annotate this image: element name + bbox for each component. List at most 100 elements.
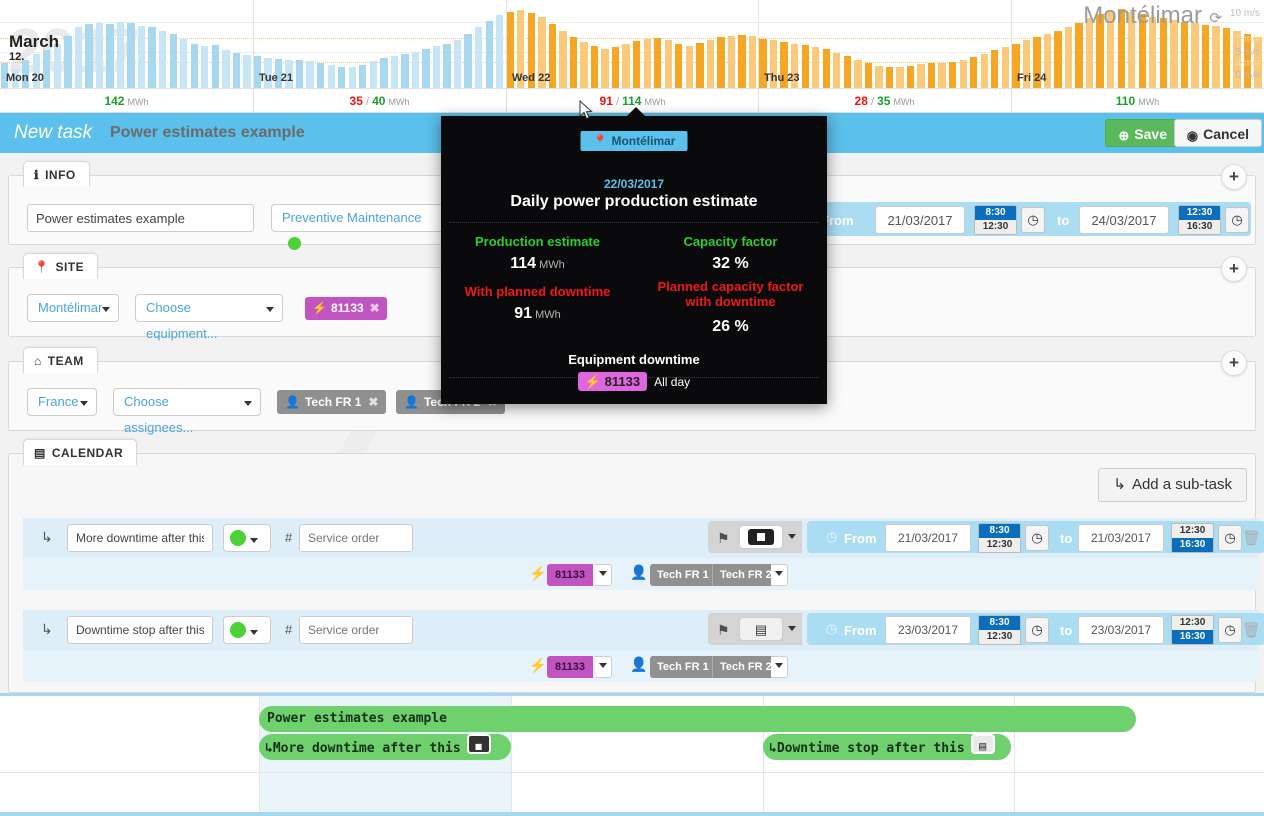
subtask-2-to-date-input[interactable] [1078,616,1164,644]
info-add-button[interactable]: + [1221,164,1247,190]
subtask-2-equipment-chevron-icon[interactable] [595,656,612,678]
task-name-input[interactable] [27,204,254,232]
info-from-time-box[interactable]: 8:30 12:30 [974,205,1017,235]
subtask-1-equipment-tag[interactable]: 81133 [547,564,593,586]
chart-bar [349,67,356,88]
remove-assignee-icon[interactable]: ✖ [368,395,378,409]
subtask-2-status-dropdown[interactable] [223,616,271,644]
cancel-button[interactable]: ◉Cancel [1174,119,1262,147]
subtask-2-service-order-input[interactable] [299,616,413,644]
summary-unit: MWh [893,97,914,107]
subtask-2-assignee-1[interactable]: Tech FR 1 [650,656,716,678]
subtask-2-from-clock-button[interactable]: ◷ [1025,617,1049,643]
gantt-bar-subtask-1[interactable]: ↳More downtime after this◼ [259,734,511,760]
refresh-icon[interactable]: ⟳ [1209,9,1222,27]
subtask-1-assignee-2[interactable]: Tech FR 2 [712,564,779,586]
add-subtask-button[interactable]: ↳Add a sub-task [1098,468,1247,502]
info-to-time-bottom[interactable]: 16:30 [1179,220,1220,234]
subtask-2-equipment-tag[interactable]: 81133 [547,656,593,678]
chart-bar [243,55,250,88]
gantt-bar-main[interactable]: Power estimates example [259,706,1136,732]
calendar-panel-tab: ▤CALENDAR [23,439,137,465]
subtask-1-from-clock-button[interactable]: ◷ [1025,525,1049,551]
subtask-1-type-button[interactable] [739,525,783,549]
flag-icon[interactable]: ⚑ [717,530,730,547]
subtask-1-delete-button[interactable]: 🗑 [1242,529,1261,547]
chart-bar [591,46,598,88]
plus-circle-icon: ⊕ [1118,122,1129,150]
subtask-1-status-dropdown[interactable] [223,524,271,552]
subtask-1-equipment-chevron-icon[interactable] [595,564,612,586]
subtask-2-to-time-top[interactable]: 12:30 [1172,616,1213,630]
equipment-tag[interactable]: ⚡81133✖ [305,297,387,320]
team-add-button[interactable]: + [1221,350,1247,376]
info-from-clock-button[interactable]: ◷ [1021,207,1045,233]
subtask-2-to-clock-button[interactable]: ◷ [1218,617,1242,643]
status-dot [230,622,246,638]
subtask-2-assignee-2[interactable]: Tech FR 2 [712,656,779,678]
chart-bar [96,23,103,88]
team-panel-tab: ⌂TEAM [23,347,98,373]
chart-bar [212,45,219,88]
chart-bar [1075,23,1082,88]
subtask-1-to-time-box[interactable]: 12:30 16:30 [1171,523,1214,553]
info-to-time-box[interactable]: 12:30 16:30 [1178,205,1221,235]
tooltip-cell-number: 26 % [712,318,748,335]
subtask-2-type-button[interactable]: ▤ [739,617,783,641]
subtask-2-from-time-bottom[interactable]: 12:30 [979,630,1020,644]
remove-equipment-icon[interactable]: ✖ [370,301,380,315]
subtask-2-to-time-box[interactable]: 12:30 16:30 [1171,615,1214,645]
subtask-2-from-time-top[interactable]: 8:30 [979,616,1020,630]
assignee-tag-1[interactable]: 👤Tech FR 1✖ [277,390,386,414]
subtask-2-to-time-bottom[interactable]: 16:30 [1172,630,1213,644]
subtask-1-type-chevron-icon[interactable] [788,534,796,539]
subtask-1-from-date-input[interactable] [885,524,971,552]
subtask-2-name-input[interactable] [67,616,213,644]
site-select-dropdown[interactable]: Montélimar [27,294,119,322]
gantt-chart[interactable]: Power estimates example ↳More downtime a… [0,693,1264,816]
tooltip-cell-key: Capacity factor [634,234,827,249]
site-add-button[interactable]: + [1221,256,1247,282]
gantt-bar-subtask-2-label: Downtime stop after this [777,741,965,756]
summary-unit: MWh [644,97,665,107]
save-button[interactable]: ⊕Save [1105,119,1180,147]
subtask-1-assignee-1[interactable]: Tech FR 1 [650,564,716,586]
subtask-1-to-time-top[interactable]: 12:30 [1172,524,1213,538]
gantt-bar-subtask-2[interactable]: ↳Downtime stop after this▤ [763,734,1011,760]
production-chart-strip[interactable]: 2017 March 12. Mon 20Tue 21Wed 22Thu 23F… [0,0,1264,113]
flag-icon[interactable]: ⚑ [717,622,730,639]
subtask-1-to-date-input[interactable] [1078,524,1164,552]
subtask-1-name-input[interactable] [67,524,213,552]
subtask-1-to-time-bottom[interactable]: 16:30 [1172,538,1213,552]
subtask-2-from-date-input[interactable] [885,616,971,644]
chart-bar [1181,22,1188,88]
subtask-2-delete-button[interactable]: 🗑 [1242,621,1261,639]
chart-bar [359,65,366,88]
subtask-1-service-order-input[interactable] [299,524,413,552]
subtask-1-from-time-top[interactable]: 8:30 [979,524,1020,538]
info-to-time-top[interactable]: 12:30 [1179,206,1220,220]
home-icon: ⌂ [34,348,42,374]
info-from-time-bottom[interactable]: 12:30 [975,220,1016,234]
subtask-row-1-resources: ⚡ 81133 👤 Tech FR 1 Tech FR 2 [23,558,1259,590]
subtask-2-from-time-box[interactable]: 8:30 12:30 [978,615,1021,645]
country-select-dropdown[interactable]: France [27,388,97,416]
assignee-select-dropdown[interactable]: Choose assignees... [113,388,261,416]
subtask-1-assignee-chevron-icon[interactable] [771,564,788,586]
equipment-select-dropdown[interactable]: Choose equipment... [135,294,283,322]
info-from-date-input[interactable] [875,206,965,234]
chart-bar [180,39,187,88]
chart-week-label: 12. [9,51,24,63]
subtask-1-to-clock-button[interactable]: ◷ [1218,525,1242,551]
subtask-2-type-chevron-icon[interactable] [788,626,796,631]
info-to-date-input[interactable] [1079,206,1169,234]
info-to-clock-button[interactable]: ◷ [1225,207,1249,233]
site-panel-tab: 📍SITE [23,253,98,279]
subtask-1-from-time-box[interactable]: 8:30 12:30 [978,523,1021,553]
info-from-time-top[interactable]: 8:30 [975,206,1016,220]
chart-bar [960,60,967,88]
subtask-1-from-time-bottom[interactable]: 12:30 [979,538,1020,552]
subtask-2-assignee-chevron-icon[interactable] [771,656,788,678]
chart-plot[interactable]: 2017 March 12. Mon 20Tue 21Wed 22Thu 23F… [0,0,1264,88]
task-type-dropdown[interactable]: Preventive Maintenance [271,204,461,232]
